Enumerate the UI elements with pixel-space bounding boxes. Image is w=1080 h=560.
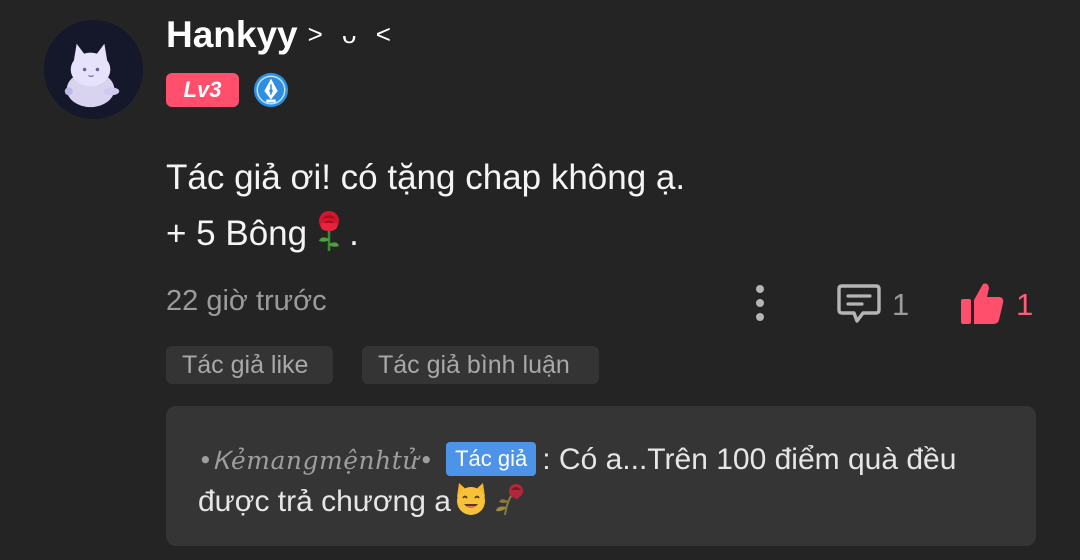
wilted-flower-icon [495,484,523,516]
user-avatar[interactable] [44,20,143,119]
reply-author-name[interactable]: •Ꮶẻmangmệnhtử• [198,446,434,475]
comment-line-2-prefix: + 5 Bông [166,214,308,253]
comment-line-1: Tác giả ơi! có tặng chap không ạ. [166,158,686,197]
level-badge: Lv3 [166,73,239,107]
comment-line-2: + 5 Bông . [166,206,685,262]
rose-icon [319,211,340,251]
cat-avatar-icon [44,20,143,119]
username-text: Hankyy [166,14,298,55]
reply-text-1: : Có a...Trên 100 điểm quà đều [542,443,957,476]
reply-count: 1 [892,287,910,322]
thumbs-up-icon[interactable] [958,280,1006,326]
cat-face-icon [456,483,485,515]
author-tag-badge: Tác giả [446,442,537,476]
reply-line-1: •Ꮶẻmangmệnhtử• Tác giả: Có a...Trên 100 đ… [198,442,956,477]
comment-line-2-suffix: . [349,214,359,253]
comment-icon[interactable] [836,282,882,326]
pen-nib-badge-icon [252,71,290,109]
username[interactable]: Hankyy > ᴗ < [166,14,397,56]
comment-body: Tác giả ơi! có tặng chap không ạ. + 5 Bô… [166,150,685,262]
reply-text-2: được trả chương a [198,485,451,518]
author-liked-chip: Tác giả like [166,346,333,384]
username-decoration: > ᴗ < [307,19,397,49]
comment-timestamp: 22 giờ trước [166,285,327,317]
more-vertical-icon[interactable] [748,281,772,325]
author-reply[interactable]: •Ꮶẻmangmệnhtử• Tác giả: Có a...Trên 100 đ… [166,406,1036,546]
like-count: 1 [1016,287,1034,322]
reply-line-2: được trả chương a [198,481,527,519]
author-commented-chip: Tác giả bình luận [362,346,599,384]
